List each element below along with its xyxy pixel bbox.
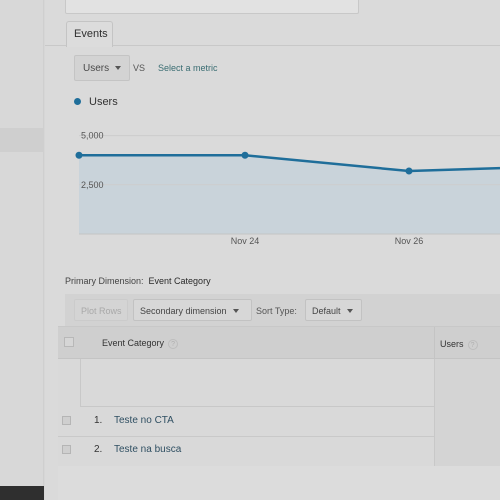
users-line-chart[interactable]: 5,000 2,500 Nov 24 Nov 26 — [45, 110, 500, 260]
row-event-category[interactable]: Teste na busca — [114, 444, 181, 455]
sort-type-dropdown[interactable]: Default — [305, 299, 362, 321]
table-header: Event Category? Users? — [58, 327, 500, 359]
data-table: Event Category? Users? 1. Teste no CTA 2… — [58, 326, 500, 467]
y-tick-label: 5,000 — [81, 131, 104, 141]
table-row[interactable]: 2. Teste na busca — [58, 436, 434, 465]
row-index: 2. — [94, 444, 103, 455]
data-point[interactable] — [241, 151, 249, 159]
select-metric-link[interactable]: Select a metric — [158, 63, 218, 73]
tab-events[interactable]: Events — [66, 21, 113, 47]
table-footer — [58, 466, 500, 500]
sort-type-label: Sort Type: — [256, 306, 297, 316]
help-icon[interactable]: ? — [467, 340, 478, 350]
tab-divider — [45, 45, 66, 46]
metric-dropdown-label: Users — [83, 63, 110, 74]
table-row[interactable]: 1. Teste no CTA — [58, 407, 434, 436]
row-index: 1. — [94, 415, 103, 426]
table-toolbar: Plot Rows Secondary dimension Sort Type:… — [65, 294, 500, 326]
chevron-down-icon — [346, 309, 353, 313]
data-point[interactable] — [405, 167, 413, 175]
x-tick-label: Nov 26 — [395, 236, 424, 246]
users-area — [79, 155, 500, 234]
plot-rows-button[interactable]: Plot Rows — [74, 299, 128, 321]
secondary-dimension-dropdown[interactable]: Secondary dimension — [133, 299, 252, 321]
row-checkbox[interactable] — [62, 445, 71, 454]
metric-dropdown[interactable]: Users — [74, 55, 130, 81]
row-checkbox[interactable] — [62, 416, 71, 425]
legend-dot-icon — [74, 98, 81, 105]
select-all-checkbox[interactable] — [64, 337, 74, 347]
vs-label: VS — [133, 63, 146, 73]
column-header-label: Users — [440, 339, 464, 349]
chevron-down-icon — [115, 66, 122, 70]
left-navigation — [0, 0, 44, 500]
column-header-label: Event Category — [102, 338, 165, 348]
data-point[interactable] — [75, 151, 83, 159]
column-header-users[interactable]: Users? — [434, 327, 500, 359]
summary-row — [80, 359, 434, 407]
users-column-cells — [434, 359, 500, 467]
row-event-category[interactable]: Teste no CTA — [114, 415, 174, 426]
chevron-down-icon — [232, 309, 239, 313]
primary-dimension: Primary Dimension: Event Category — [65, 276, 211, 286]
column-header-event-category[interactable]: Event Category? — [102, 338, 179, 349]
sort-type-value: Default — [312, 306, 341, 316]
nav-footer — [0, 486, 44, 500]
primary-dimension-label: Primary Dimension: — [65, 276, 144, 286]
legend-label: Users — [89, 96, 118, 108]
main-panel: Events Users VS Select a metric Users 5,… — [45, 0, 500, 500]
primary-dimension-value[interactable]: Event Category — [149, 276, 211, 286]
help-icon[interactable]: ? — [168, 339, 179, 349]
tab-divider — [113, 45, 500, 46]
nav-selected-item[interactable] — [0, 128, 44, 152]
y-tick-label: 2,500 — [81, 180, 104, 190]
secondary-dimension-label: Secondary dimension — [140, 306, 227, 316]
top-panel — [65, 0, 359, 14]
x-tick-label: Nov 24 — [231, 236, 260, 246]
